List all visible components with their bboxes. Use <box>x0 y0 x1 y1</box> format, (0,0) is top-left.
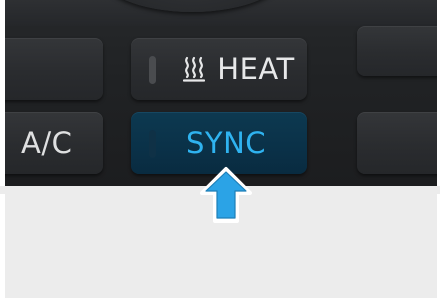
heater-icon <box>183 56 206 82</box>
right-top-button[interactable] <box>357 26 437 76</box>
ac-button-label: A/C <box>21 126 73 160</box>
left-top-button[interactable] <box>5 38 103 100</box>
right-bottom-button[interactable] <box>357 112 437 174</box>
heat-button-content: HEAT <box>131 38 307 100</box>
climate-control-panel: HEAT A/C SYNC <box>5 0 437 186</box>
sync-button-content: SYNC <box>131 112 307 174</box>
sync-button[interactable]: SYNC <box>131 112 307 174</box>
up-arrow-icon <box>200 167 252 223</box>
screenshot-frame: HEAT A/C SYNC <box>0 0 440 304</box>
heat-button-label: HEAT <box>217 52 295 86</box>
ac-button[interactable]: A/C <box>5 112 103 174</box>
heat-button[interactable]: HEAT <box>131 38 307 100</box>
ac-button-content: A/C <box>5 112 103 174</box>
sync-button-label: SYNC <box>185 126 267 160</box>
